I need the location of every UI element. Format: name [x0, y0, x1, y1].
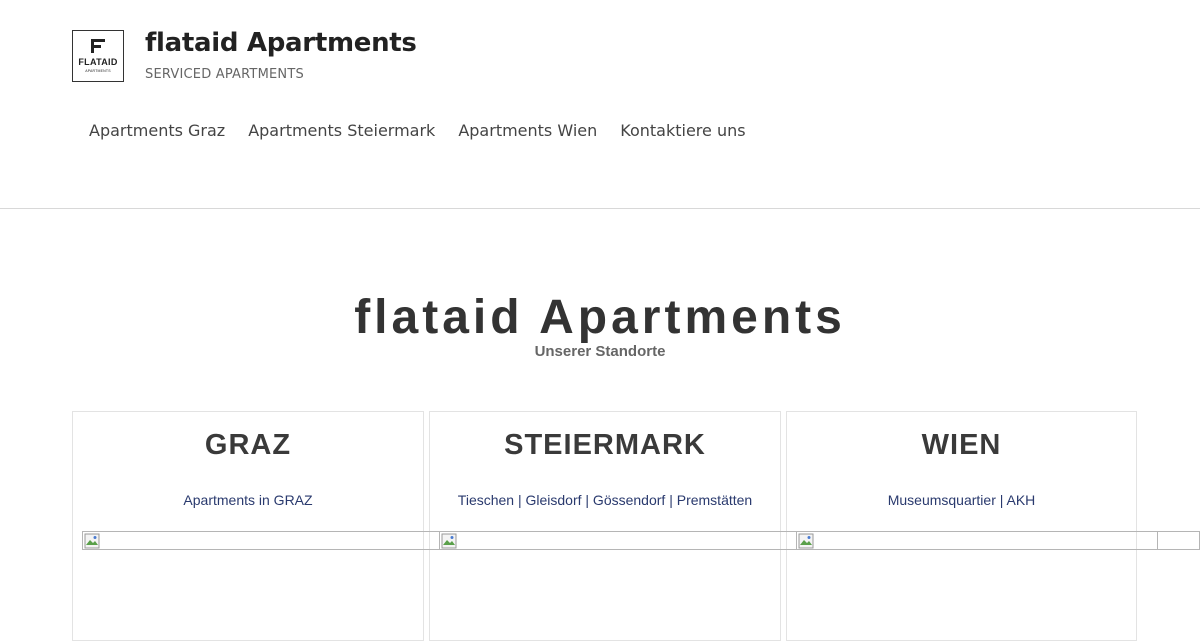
location-link[interactable]: Tieschen | Gleisdorf | Gössendorf | Prem…	[430, 492, 780, 508]
hero-subtitle: Unserer Standorte	[534, 343, 666, 360]
site-header: FLATAID APARTMENTS flataid Apartments SE…	[0, 0, 1200, 209]
hero-title: flataid Apartments	[354, 291, 846, 344]
location-card-steiermark: STEIERMARK Tieschen | Gleisdorf | Gössen…	[429, 411, 781, 641]
nav-item-apartments-wien[interactable]: Apartments Wien	[458, 121, 597, 140]
nav-item-apartments-graz[interactable]: Apartments Graz	[89, 121, 225, 140]
broken-image-icon	[798, 533, 814, 549]
location-card-wien: WIEN Museumsquartier | AKH	[786, 411, 1137, 641]
broken-image-icon	[84, 533, 100, 549]
main-nav: Apartments Graz Apartments Steiermark Ap…	[89, 121, 746, 140]
logo-mark-stem	[91, 39, 94, 53]
location-card-graz: GRAZ Apartments in GRAZ	[72, 411, 424, 641]
location-link[interactable]: Apartments in GRAZ	[73, 492, 423, 508]
location-link[interactable]: Museumsquartier | AKH	[787, 492, 1136, 508]
nav-item-apartments-steiermark[interactable]: Apartments Steiermark	[248, 121, 435, 140]
site-title[interactable]: flataid Apartments	[145, 28, 417, 58]
logo-subtext: APARTMENTS	[85, 69, 111, 73]
location-title: WIEN	[921, 429, 1002, 461]
broken-image-icon	[441, 533, 457, 549]
nav-item-kontaktiere-uns[interactable]: Kontaktiere uns	[620, 121, 745, 140]
location-title: STEIERMARK	[504, 429, 706, 461]
location-title: GRAZ	[204, 429, 292, 461]
location-image-wien[interactable]	[796, 531, 1158, 550]
site-logo[interactable]: FLATAID APARTMENTS	[72, 30, 124, 82]
logo-wordmark: FLATAID	[78, 57, 118, 67]
site-tagline: SERVICED APARTMENTS	[145, 67, 304, 82]
